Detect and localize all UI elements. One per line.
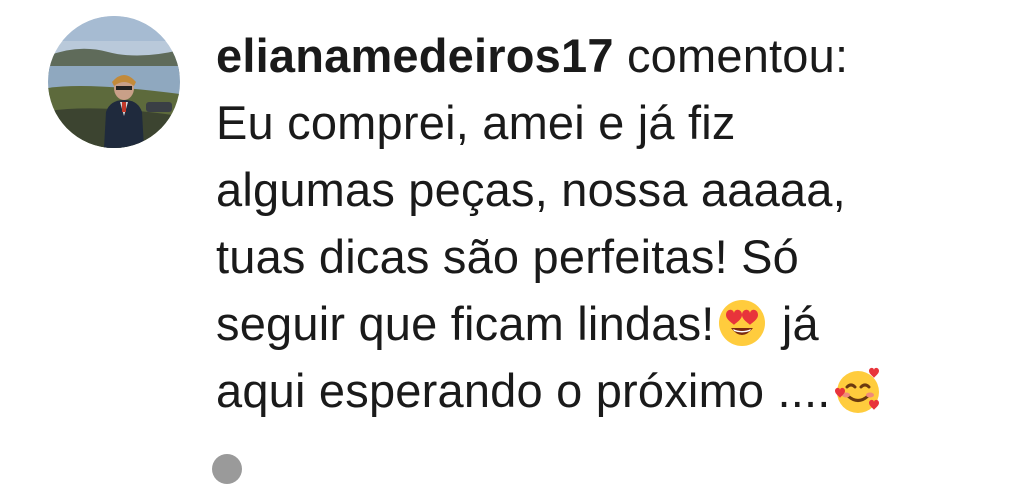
comment-line-4: seguir que ficam lindas! já xyxy=(216,290,1006,357)
comment-line-5: aqui esperando o próximo .... xyxy=(216,357,1006,424)
comment-line-2: algumas peças, nossa aaaaa, xyxy=(216,163,846,216)
username-link[interactable]: elianamedeiros17 xyxy=(216,29,614,82)
comment-header: elianamedeiros17 comentou: xyxy=(216,22,1006,89)
avatar[interactable] xyxy=(48,16,180,148)
comment-line-5-text: aqui esperando o próximo .... xyxy=(216,364,831,417)
heart-eyes-emoji xyxy=(717,298,767,348)
smiling-face-with-hearts-emoji xyxy=(833,365,883,415)
reply-avatar-icon xyxy=(212,454,242,484)
comment-line-3: tuas dicas são perfeitas! Só xyxy=(216,230,799,283)
comment-text: elianamedeiros17 comentou: Eu comprei, a… xyxy=(216,22,1006,424)
comment-line-4-text: seguir que ficam lindas! xyxy=(216,297,715,350)
comment-verb: comentou: xyxy=(626,29,849,82)
comment-line-4-after: já xyxy=(768,297,819,350)
comment-card: elianamedeiros17 comentou: Eu comprei, a… xyxy=(0,0,1024,484)
avatar-photo xyxy=(48,16,180,148)
comment-line-1: Eu comprei, amei e já fiz xyxy=(216,96,736,149)
